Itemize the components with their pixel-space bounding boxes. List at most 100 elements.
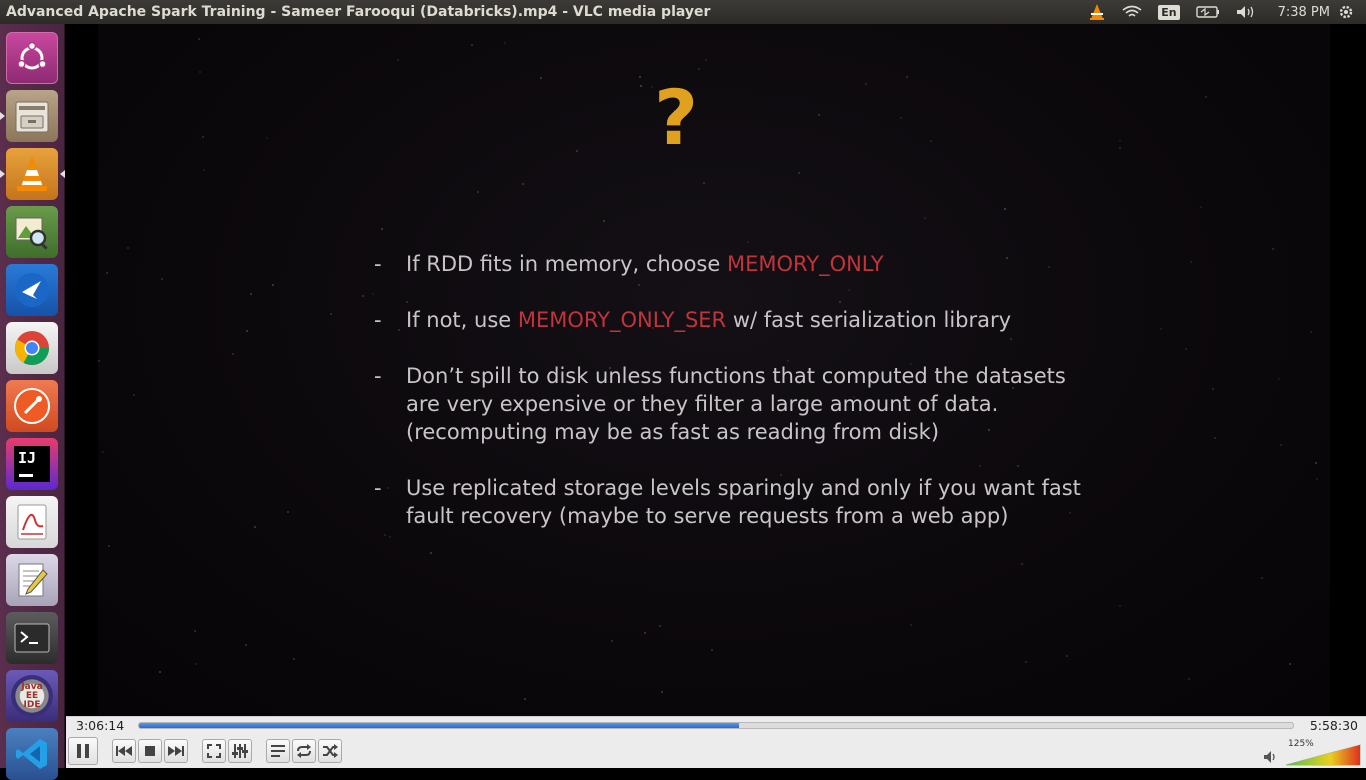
speaker-icon <box>1264 751 1275 763</box>
bullet-text: are very expensive or they filter a larg… <box>406 392 999 416</box>
next-button[interactable] <box>164 739 188 763</box>
background-speck <box>1017 465 1019 467</box>
background-speck <box>611 640 613 642</box>
keyboard-layout-indicator[interactable]: En <box>1150 0 1187 24</box>
terminal-launcher[interactable] <box>6 612 58 664</box>
vlc-launcher[interactable] <box>6 148 58 200</box>
background-speck <box>711 649 713 651</box>
play-pause-button[interactable] <box>68 737 98 765</box>
ubuntu-dash-button[interactable] <box>6 32 58 84</box>
background-speck <box>1212 388 1214 390</box>
background-speck <box>98 360 100 362</box>
intellij-launcher[interactable]: IJ <box>6 438 58 490</box>
background-speck <box>1185 348 1187 350</box>
bullet-text: If not, use <box>406 308 518 332</box>
shuffle-button[interactable] <box>318 739 342 763</box>
background-speck <box>198 38 200 40</box>
background-speck <box>988 429 990 431</box>
background-speck <box>195 663 197 665</box>
sound-icon[interactable] <box>1228 0 1264 24</box>
seek-slider[interactable] <box>138 722 1294 729</box>
running-indicator <box>0 170 5 178</box>
wifi-icon[interactable] <box>1114 0 1150 24</box>
video-frame-slide: ? - If RDD fits in memory, choose MEMORY… <box>98 24 1330 716</box>
image-viewer-launcher[interactable] <box>6 206 58 258</box>
background-speck <box>106 272 108 274</box>
document-viewer-launcher[interactable] <box>6 496 58 548</box>
background-speck <box>540 77 542 79</box>
loop-button[interactable] <box>292 739 316 763</box>
vscode-launcher[interactable] <box>6 728 58 780</box>
background-speck <box>1119 147 1121 149</box>
shuffle-icon <box>323 744 338 758</box>
background-speck <box>603 220 605 222</box>
chrome-launcher[interactable] <box>6 322 58 374</box>
vlc-tray-icon[interactable] <box>1080 0 1114 24</box>
background-speck <box>1261 577 1263 579</box>
background-speck <box>703 182 705 184</box>
slide-question-mark: ? <box>654 73 699 162</box>
files-launcher[interactable] <box>6 90 58 142</box>
background-speck <box>1310 331 1312 333</box>
equalizer-icon <box>232 744 248 758</box>
background-speck <box>839 301 841 303</box>
background-speck <box>698 68 700 70</box>
background-speck <box>389 536 391 538</box>
bullet-highlight: MEMORY_ONLY_SER <box>517 308 727 332</box>
background-speck <box>232 353 234 355</box>
background-speck <box>272 284 274 286</box>
skip-back-icon <box>116 746 132 756</box>
skip-forward-icon <box>168 746 184 756</box>
volume-control[interactable]: 125% <box>1262 739 1362 767</box>
bullet-dash: - <box>374 364 382 388</box>
background-speck <box>381 228 383 230</box>
background-speck <box>254 526 256 528</box>
launcher: IJ Java EE IDE <box>0 24 65 780</box>
playlist-button[interactable] <box>266 739 290 763</box>
file-cabinet-icon <box>15 101 49 133</box>
background-speck <box>504 42 506 44</box>
background-speck <box>906 76 908 78</box>
background-speck <box>330 313 332 315</box>
loop-icon <box>297 744 311 758</box>
stop-button[interactable] <box>138 739 162 763</box>
previous-button[interactable] <box>112 739 136 763</box>
postman-icon <box>14 388 50 424</box>
background-speck <box>1025 661 1027 663</box>
eclipse-gear-icon: Java EE IDE <box>11 675 53 717</box>
background-speck <box>1066 655 1068 657</box>
background-speck <box>798 172 800 174</box>
background-speck <box>576 150 578 152</box>
background-speck <box>194 630 196 632</box>
playlist-icon <box>271 745 285 757</box>
background-speck <box>638 284 640 286</box>
background-speck <box>203 169 205 171</box>
background-speck <box>266 137 268 139</box>
background-speck <box>1315 462 1317 464</box>
background-speck <box>1316 478 1318 480</box>
fullscreen-button[interactable] <box>202 739 226 763</box>
background-speck <box>159 671 161 673</box>
window-title: Advanced Apache Spark Training - Sameer … <box>6 4 711 20</box>
background-speck <box>246 330 248 332</box>
background-speck <box>250 293 252 295</box>
background-speck <box>397 59 399 61</box>
gear-icon[interactable] <box>1330 0 1362 24</box>
feishu-launcher[interactable] <box>6 264 58 316</box>
eclipse-launcher[interactable]: Java EE IDE <box>6 670 58 722</box>
time-total[interactable]: 5:58:30 <box>1310 718 1358 733</box>
background-speck <box>900 117 902 119</box>
background-speck <box>398 329 400 331</box>
battery-icon[interactable] <box>1188 0 1228 24</box>
extended-settings-button[interactable] <box>228 739 252 763</box>
video-output[interactable]: ? - If RDD fits in memory, choose MEMORY… <box>66 24 1366 716</box>
bullet-text-tail: w/ fast serialization library <box>726 308 1012 332</box>
background-speck <box>639 76 641 78</box>
background-speck <box>127 247 129 249</box>
time-elapsed[interactable]: 3:06:14 <box>76 718 124 733</box>
background-speck <box>1069 512 1071 514</box>
postman-launcher[interactable] <box>6 380 58 432</box>
volume-slider[interactable] <box>1286 739 1362 767</box>
text-editor-launcher[interactable] <box>6 554 58 606</box>
background-speck <box>640 85 642 87</box>
